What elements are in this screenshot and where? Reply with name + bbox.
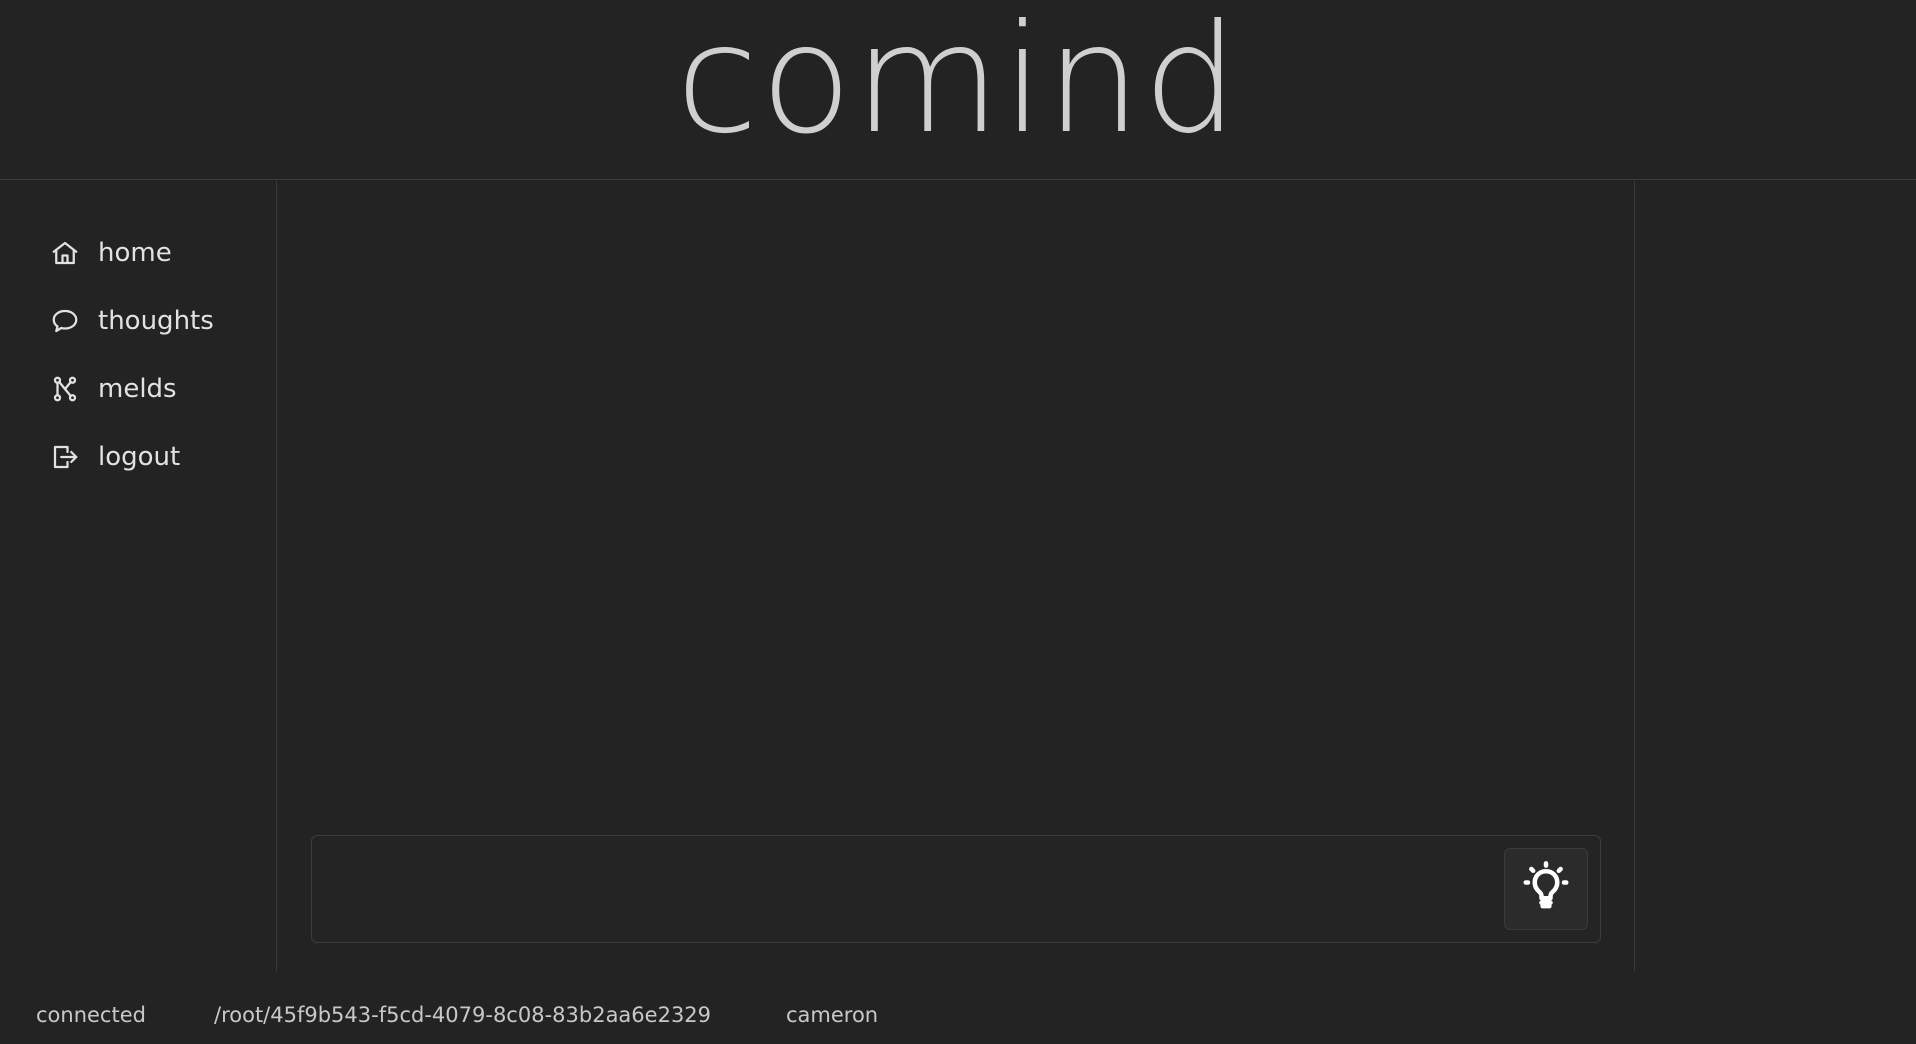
sidebar-nav: home thoughts melds logout [48,219,214,491]
lightbulb-icon [1519,860,1573,918]
sidebar-item-label: home [98,238,172,268]
sidebar: home thoughts melds logout [0,181,277,971]
thought-input[interactable] [312,836,1492,942]
thought-composer [311,835,1601,943]
home-icon [48,236,82,270]
connection-status: connected [36,1003,146,1027]
status-bar: connected /root/45f9b543-f5cd-4079-8c08-… [0,990,1916,1040]
main-panel [277,181,1635,971]
sidebar-item-label: melds [98,374,177,404]
logout-icon [48,440,82,474]
sidebar-item-label: logout [98,442,181,472]
speech-bubble-icon [48,304,82,338]
sidebar-item-thoughts[interactable]: thoughts [48,287,214,355]
app-title: comind [675,0,1241,167]
sidebar-item-melds[interactable]: melds [48,355,214,423]
sidebar-item-label: thoughts [98,306,214,336]
graph-nodes-icon [48,372,82,406]
username: cameron [786,1003,879,1027]
current-path: /root/45f9b543-f5cd-4079-8c08-83b2aa6e23… [214,1003,712,1027]
header: comind [0,0,1916,180]
submit-thought-button[interactable] [1504,848,1588,930]
sidebar-item-logout[interactable]: logout [48,423,214,491]
sidebar-item-home[interactable]: home [48,219,214,287]
